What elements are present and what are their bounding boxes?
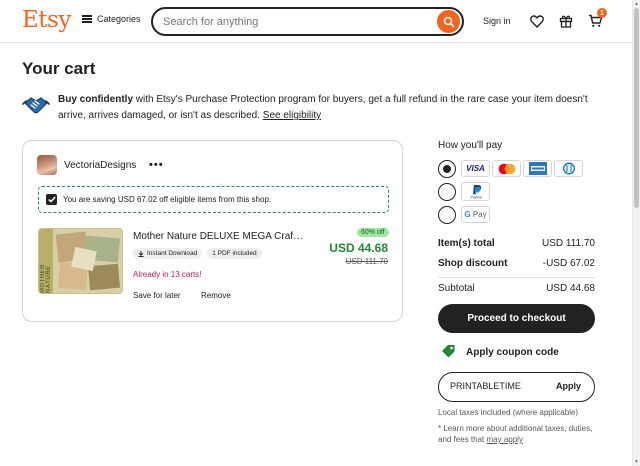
shop-discount-label: Shop discount — [438, 258, 508, 269]
purchase-protection-text: Buy confidently with Etsy's Purchase Pro… — [58, 92, 588, 124]
coupon-apply-button[interactable]: Apply — [556, 381, 581, 391]
favorites-button[interactable] — [528, 12, 546, 30]
download-icon — [138, 250, 144, 257]
item-title-link[interactable]: Mother Nature DELUXE MEGA Craft Kit — [133, 231, 305, 242]
mastercard-card — [492, 160, 521, 177]
items-total-row: Item(s) total USD 111.70 — [438, 238, 595, 249]
instant-download-label: Instant Download — [147, 250, 198, 257]
paypal-icon: PayPal — [470, 185, 481, 200]
items-total-value: USD 111.70 — [542, 238, 595, 249]
amex-icon — [528, 162, 547, 175]
pdf-included-badge: 1 PDF included — [207, 248, 262, 259]
visa-icon: VISA — [466, 164, 485, 173]
items-total-label: Item(s) total — [438, 238, 495, 249]
payment-radio-gpay[interactable] — [438, 206, 456, 224]
remove-item-button[interactable]: Remove — [201, 291, 231, 300]
item-thumbnail[interactable]: MOTHER NATURE — [38, 228, 123, 294]
discount-badge: 60% off — [357, 228, 389, 237]
apply-coupon-code-button[interactable]: Apply coupon code — [466, 347, 559, 358]
page-scrollbar[interactable]: ▲ ▼ — [632, 0, 640, 466]
cart-count-badge: 1 — [597, 8, 607, 18]
search-input[interactable] — [163, 14, 433, 30]
etsy-logo[interactable]: Etsy — [22, 7, 71, 33]
scroll-thumb[interactable] — [634, 8, 639, 208]
diners-club-icon — [562, 162, 575, 175]
already-in-carts-text: Already in 13 carts! — [133, 270, 202, 279]
site-header: Etsy Categories Sign in — [0, 0, 632, 43]
shop-name-link[interactable]: VectoriaDesigns — [64, 160, 136, 171]
shop-discount-value: -USD 67.02 — [542, 258, 595, 269]
subtotal-value: USD 44.68 — [546, 283, 595, 294]
gpay-card: G Pay — [461, 206, 490, 223]
save-for-later-button[interactable]: Save for later — [133, 291, 181, 300]
handshake-shield-icon — [22, 97, 50, 114]
search-button[interactable] — [437, 10, 460, 33]
instant-download-badge: Instant Download — [133, 248, 203, 259]
protection-body: with Etsy's Purchase Protection program … — [58, 94, 588, 121]
page-title: Your cart — [22, 59, 96, 78]
gift-icon — [559, 15, 573, 28]
protection-bold: Buy confidently — [58, 94, 134, 105]
coupon-tag-icon — [442, 345, 455, 358]
shop-more-options-button[interactable]: ••• — [149, 159, 164, 171]
learn-more-taxes: * Learn more about additional taxes, dut… — [438, 423, 598, 445]
heart-icon — [530, 14, 544, 28]
thumbnail-title: MOTHER NATURE — [40, 264, 52, 293]
item-price: USD 44.68 — [329, 241, 388, 255]
shop-select-checkbox[interactable] — [46, 194, 57, 205]
scroll-up-icon[interactable]: ▲ — [634, 1, 639, 7]
paypal-card: PayPal — [461, 182, 490, 201]
proceed-to-checkout-button[interactable]: Proceed to checkout — [438, 304, 595, 333]
coupon-input[interactable] — [450, 381, 540, 391]
item-badges: Instant Download 1 PDF included — [133, 248, 262, 259]
categories-button[interactable]: Categories — [82, 14, 141, 24]
pdf-included-label: 1 PDF included — [212, 250, 257, 257]
shop-discount-row: Shop discount -USD 67.02 — [438, 258, 595, 269]
sign-in-link[interactable]: Sign in — [483, 16, 511, 26]
payment-heading: How you'll pay — [438, 140, 503, 151]
svg-text:PayPal: PayPal — [470, 196, 481, 200]
check-icon — [47, 196, 56, 203]
shop-saving-banner: You are saving USD 67.02 off eligible it… — [38, 186, 389, 213]
mastercard-icon — [498, 163, 515, 174]
summary-divider — [438, 277, 595, 278]
thumbnail-paper — [71, 246, 97, 272]
see-eligibility-link[interactable]: See eligibility — [263, 110, 321, 121]
visa-card: VISA — [461, 160, 490, 177]
payment-radio-cards[interactable] — [438, 160, 456, 178]
scroll-down-icon[interactable]: ▼ — [634, 459, 639, 465]
saving-text: You are saving USD 67.02 off eligible it… — [63, 195, 272, 204]
menu-icon — [82, 15, 92, 23]
subtotal-row: Subtotal USD 44.68 — [438, 283, 595, 294]
search-bar — [151, 7, 464, 36]
amex-card — [523, 160, 552, 177]
google-pay-icon: G Pay — [464, 210, 487, 219]
coupon-field: Apply — [438, 372, 595, 402]
may-apply-link[interactable]: may apply — [486, 435, 522, 444]
tax-note: Local taxes included (where applicable) — [438, 408, 579, 417]
diners-club-card — [554, 160, 583, 177]
search-icon — [443, 16, 454, 27]
item-original-price: USD 111.70 — [345, 257, 388, 266]
payment-radio-paypal[interactable] — [438, 183, 456, 201]
shop-avatar[interactable] — [37, 155, 57, 175]
categories-label: Categories — [97, 14, 141, 24]
gift-button[interactable] — [557, 12, 575, 30]
shop-cart-card: VectoriaDesigns ••• You are saving USD 6… — [22, 140, 403, 322]
subtotal-label: Subtotal — [438, 283, 475, 294]
